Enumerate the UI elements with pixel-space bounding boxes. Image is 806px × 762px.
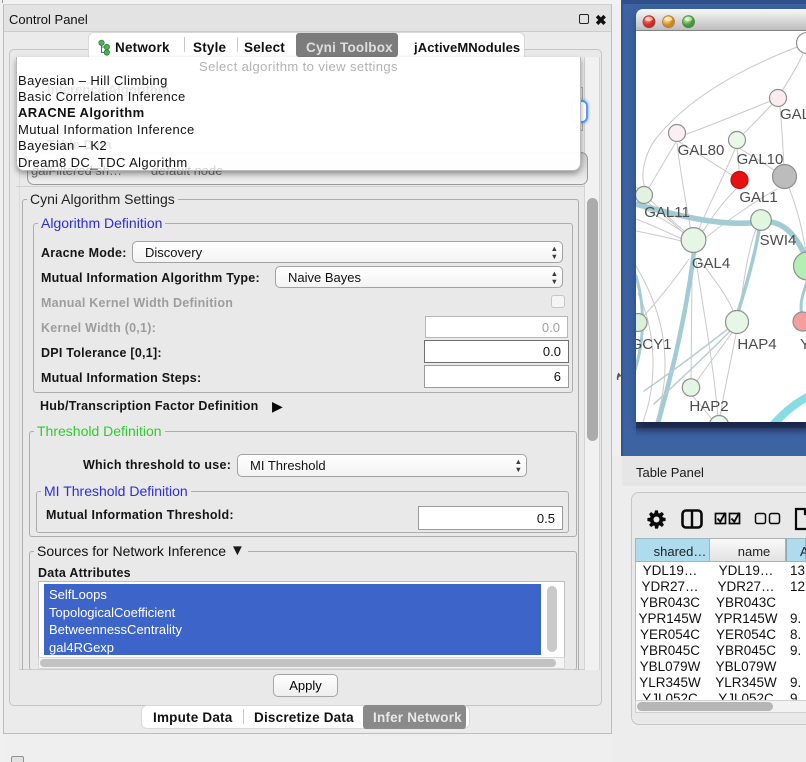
svg-text:HAP4: HAP4	[737, 336, 776, 353]
svg-text:GAL: GAL	[780, 106, 806, 123]
svg-text:GAL4: GAL4	[692, 255, 730, 272]
svg-text:GCY1: GCY1	[636, 336, 671, 353]
svg-text:GAL1: GAL1	[739, 189, 777, 206]
svg-text:GAL11: GAL11	[644, 204, 690, 221]
svg-text:Y: Y	[800, 336, 806, 353]
svg-text:SWI4: SWI4	[760, 232, 797, 249]
svg-text:HAP2: HAP2	[689, 398, 728, 415]
svg-text:GAL10: GAL10	[737, 151, 784, 168]
svg-text:GAL80: GAL80	[678, 142, 725, 159]
